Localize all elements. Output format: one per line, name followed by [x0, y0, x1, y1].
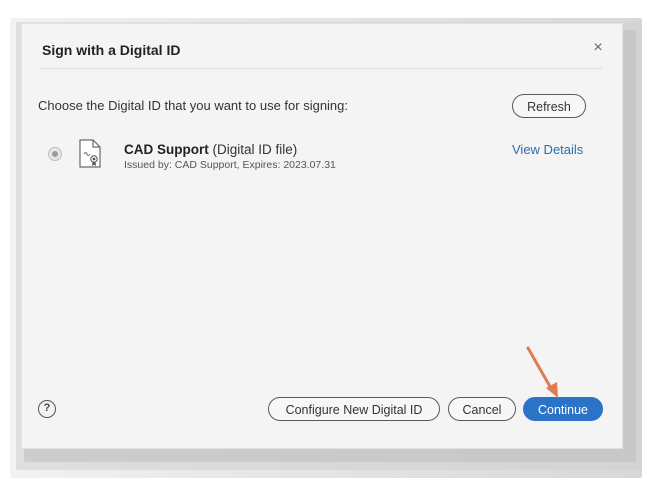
instruction-text: Choose the Digital ID that you want to u…	[38, 98, 349, 113]
certificate-file-icon	[79, 139, 101, 168]
cancel-button[interactable]: Cancel	[448, 397, 516, 421]
help-icon[interactable]: ?	[38, 400, 56, 418]
dialog-title: Sign with a Digital ID	[42, 42, 181, 58]
digital-id-radio[interactable]	[48, 147, 62, 161]
configure-new-digital-id-button[interactable]: Configure New Digital ID	[268, 397, 440, 421]
close-icon[interactable]: ×	[588, 38, 608, 58]
digital-id-name[interactable]: CAD Support (Digital ID file)	[124, 142, 297, 157]
view-details-link[interactable]: View Details	[512, 142, 583, 157]
arrow-annotation-icon	[526, 346, 558, 398]
title-divider	[40, 68, 602, 69]
digital-id-type: (Digital ID file)	[208, 142, 298, 157]
sign-digital-id-dialog: Sign with a Digital ID × Choose the Digi…	[22, 24, 622, 448]
digital-id-name-bold: CAD Support	[124, 142, 209, 157]
digital-id-issued: Issued by: CAD Support, Expires: 2023.07…	[124, 159, 336, 171]
refresh-button[interactable]: Refresh	[512, 94, 586, 118]
